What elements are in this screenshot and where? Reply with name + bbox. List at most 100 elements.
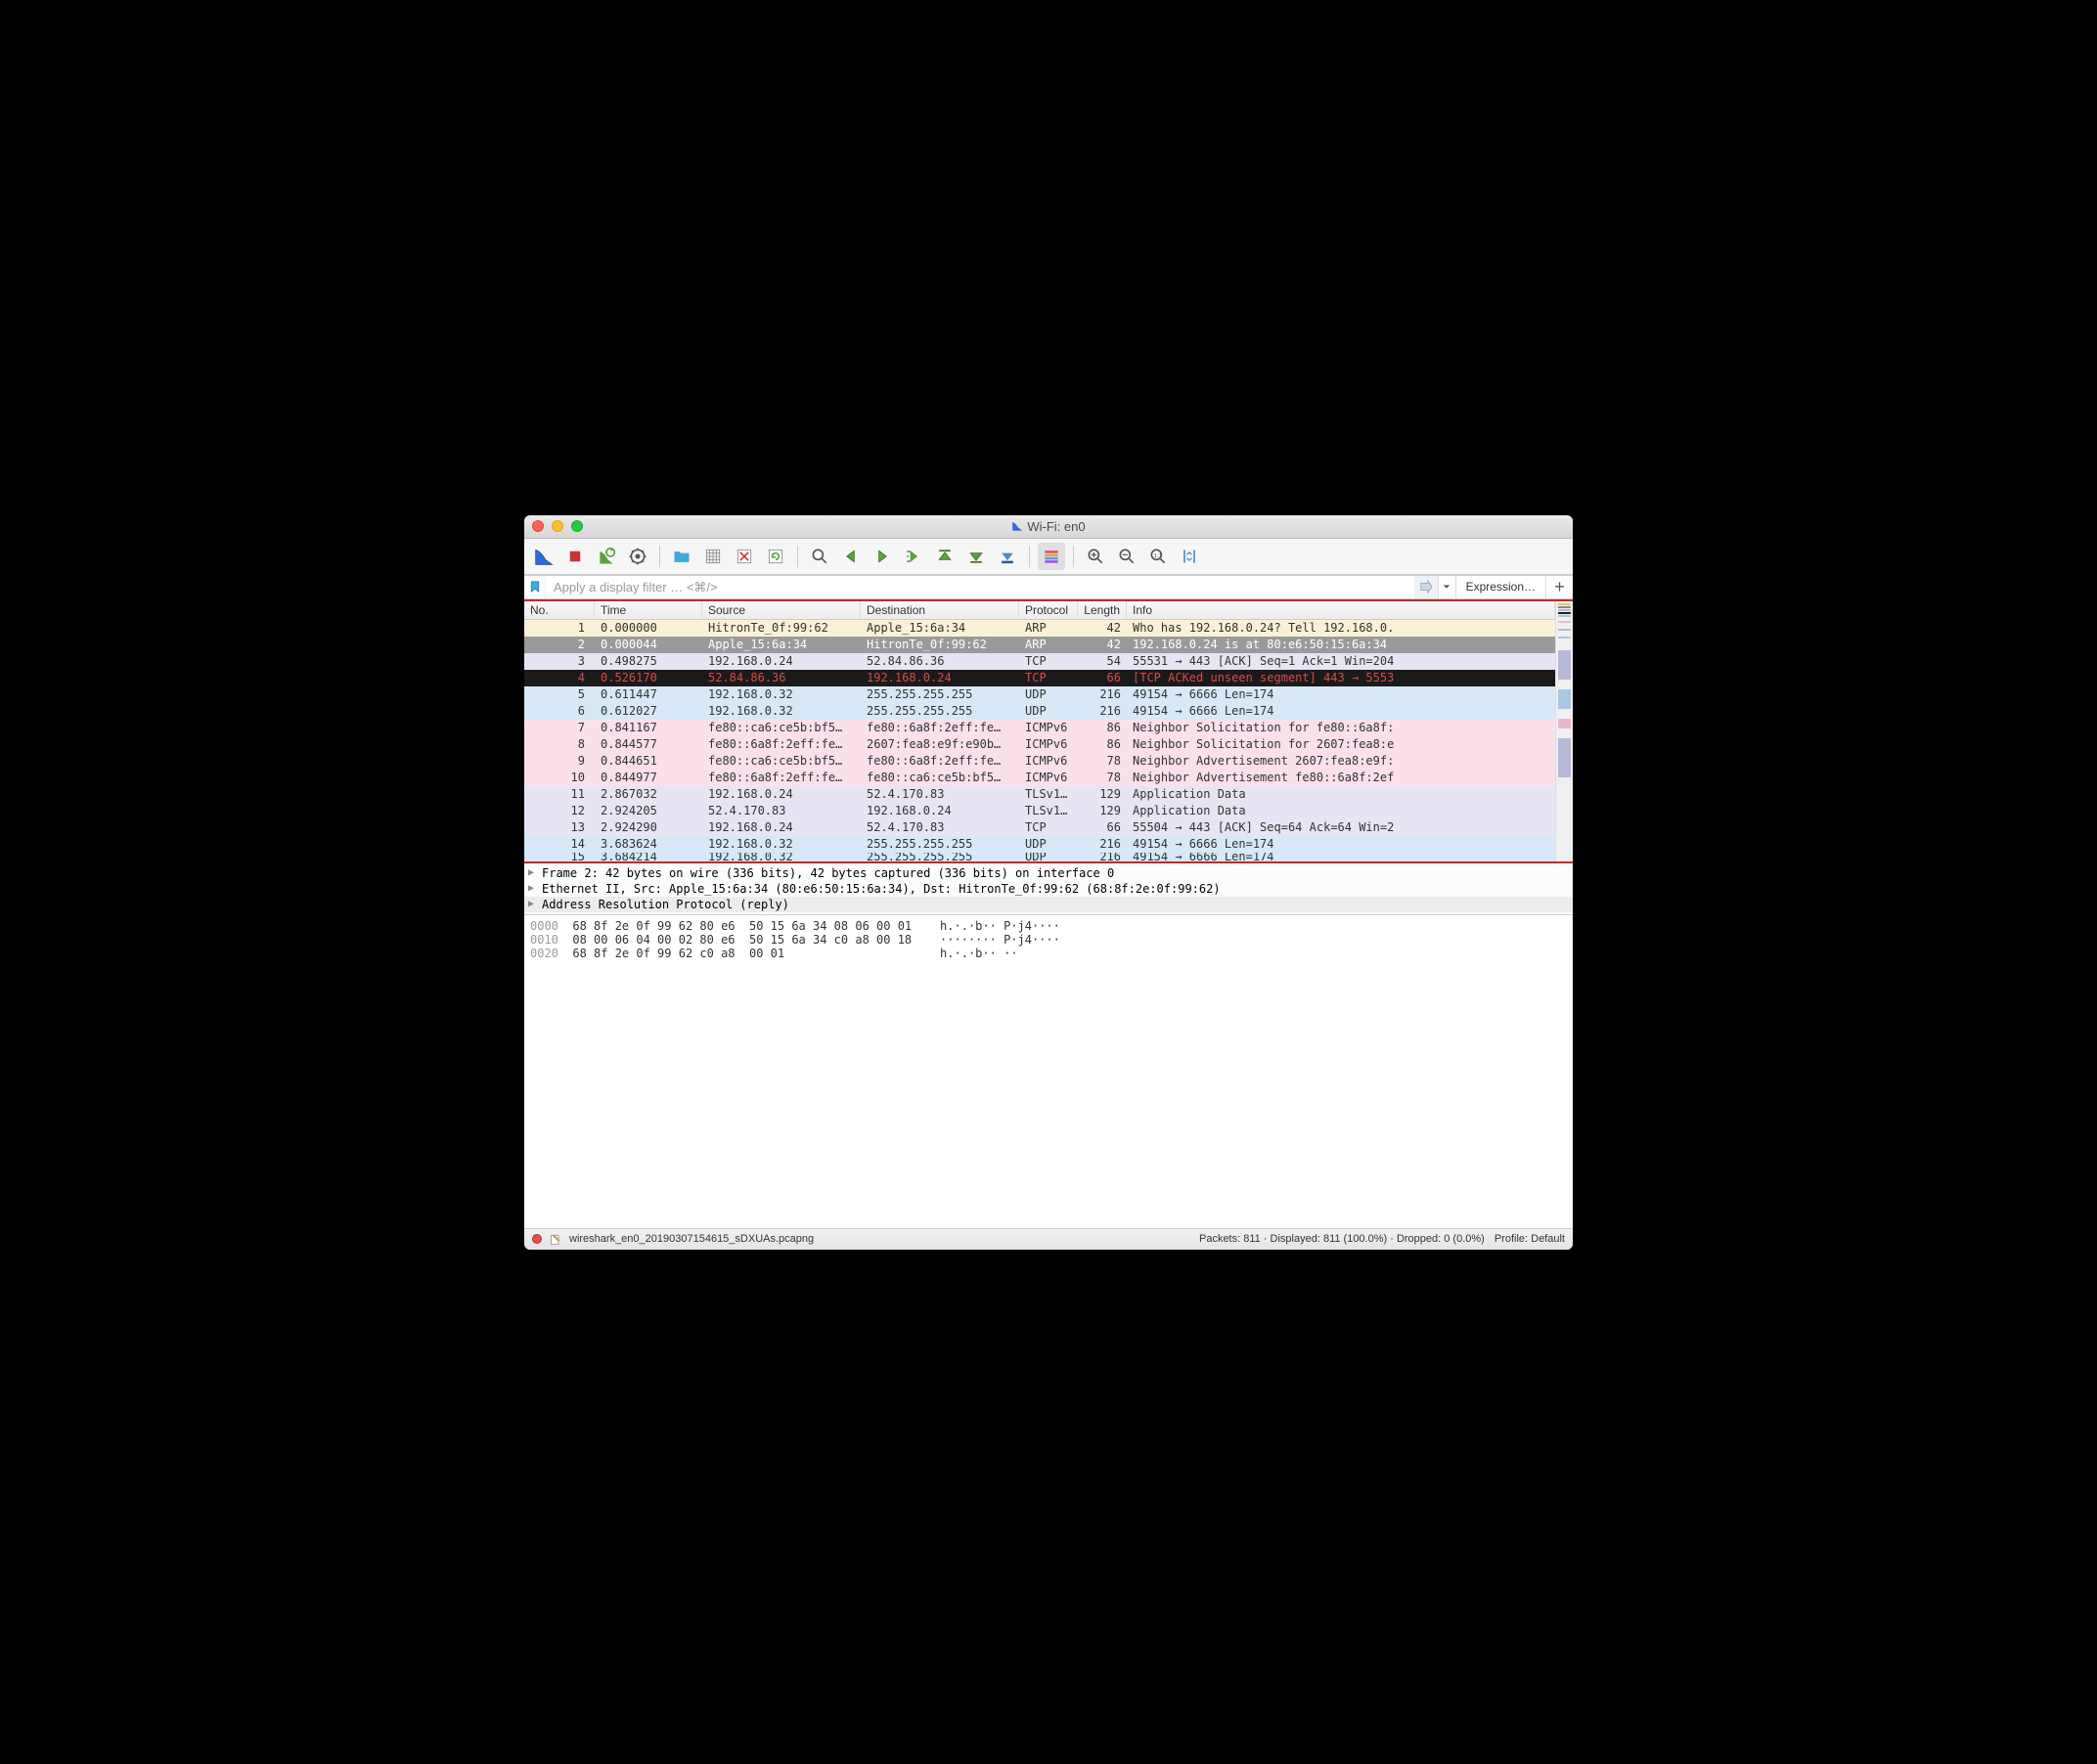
column-header-time[interactable]: Time xyxy=(595,601,702,619)
hex-bytes: 08 00 06 04 00 02 80 e6 50 15 6a 34 c0 a… xyxy=(572,933,925,947)
column-header-no[interactable]: No. xyxy=(524,601,595,619)
detail-text: Address Resolution Protocol (reply) xyxy=(542,898,789,911)
colorize-button[interactable] xyxy=(1038,543,1065,570)
disclosure-triangle-icon[interactable]: ▶ xyxy=(528,899,538,909)
zoom-window-button[interactable] xyxy=(571,520,583,532)
cell: 0.841167 xyxy=(595,721,702,734)
minimize-window-button[interactable] xyxy=(552,520,563,532)
cell: 3.683624 xyxy=(595,837,702,851)
go-last-packet-button[interactable] xyxy=(962,543,990,570)
filter-bookmark-button[interactable] xyxy=(524,576,546,598)
hex-line[interactable]: 0010 08 00 06 04 00 02 80 e6 50 15 6a 34… xyxy=(530,933,1567,947)
cell: TCP xyxy=(1019,820,1078,834)
cell: fe80::ca6:ce5b:bf5… xyxy=(702,754,861,768)
packet-row[interactable]: 143.683624192.168.0.32255.255.255.255UDP… xyxy=(524,836,1555,853)
cell: 216 xyxy=(1078,837,1127,851)
cell: UDP xyxy=(1019,853,1078,861)
detail-tree-item[interactable]: ▶ Frame 2: 42 bytes on wire (336 bits), 4… xyxy=(524,865,1573,881)
column-header-destination[interactable]: Destination xyxy=(861,601,1019,619)
packet-table-header[interactable]: No. Time Source Destination Protocol Len… xyxy=(524,601,1555,620)
toolbar-separator xyxy=(797,546,798,567)
expert-info-button[interactable] xyxy=(532,1234,542,1244)
disclosure-triangle-icon[interactable]: ▶ xyxy=(528,867,538,878)
packet-row[interactable]: 30.498275192.168.0.2452.84.86.36TCP54555… xyxy=(524,653,1555,670)
cell: 192.168.0.32 xyxy=(702,853,861,861)
titlebar[interactable]: Wi-Fi: en0 xyxy=(524,515,1573,539)
cell: 52.4.170.83 xyxy=(861,787,1019,801)
add-filter-button[interactable]: + xyxy=(1545,576,1573,598)
column-header-protocol[interactable]: Protocol xyxy=(1019,601,1078,619)
find-packet-button[interactable] xyxy=(806,543,833,570)
packet-row[interactable]: 70.841167fe80::ca6:ce5b:bf5…fe80::6a8f:2… xyxy=(524,720,1555,736)
cell: HitronTe_0f:99:62 xyxy=(702,621,861,635)
cell: fe80::6a8f:2eff:fe… xyxy=(861,754,1019,768)
cell: fe80::ca6:ce5b:bf5… xyxy=(861,771,1019,784)
stop-capture-button[interactable] xyxy=(561,543,589,570)
reload-file-button[interactable] xyxy=(762,543,789,570)
packet-row[interactable]: 20.000044Apple_15:6a:34HitronTe_0f:99:62… xyxy=(524,637,1555,653)
cell: 192.168.0.24 xyxy=(702,787,861,801)
packet-row[interactable]: 122.92420552.4.170.83192.168.0.24TLSv1…1… xyxy=(524,803,1555,819)
go-forward-button[interactable] xyxy=(869,543,896,570)
go-back-button[interactable] xyxy=(837,543,865,570)
cell: ICMPv6 xyxy=(1019,754,1078,768)
open-file-button[interactable] xyxy=(668,543,695,570)
expression-label: Expression… xyxy=(1466,580,1536,594)
hex-ascii: h.·.·b·· P·j4···· xyxy=(926,919,1060,933)
edit-capture-comment-button[interactable] xyxy=(550,1233,561,1245)
wireshark-logo-icon[interactable] xyxy=(530,543,558,570)
intelligent-scrollbar[interactable] xyxy=(1555,601,1573,861)
cell: 6 xyxy=(524,704,595,718)
cell: 0.612027 xyxy=(595,704,702,718)
resize-columns-button[interactable] xyxy=(1176,543,1203,570)
detail-tree-item[interactable]: ▶Ethernet II, Src: Apple_15:6a:34 (80:e6… xyxy=(524,881,1573,897)
cell: Neighbor Advertisement 2607:fea8:e9f: xyxy=(1127,754,1555,768)
cell: 52.84.86.36 xyxy=(861,654,1019,668)
cell: 216 xyxy=(1078,687,1127,701)
hex-line[interactable]: 0000 68 8f 2e 0f 99 62 80 e6 50 15 6a 34… xyxy=(530,919,1567,933)
packet-row[interactable]: 50.611447192.168.0.32255.255.255.255UDP2… xyxy=(524,686,1555,703)
packet-row[interactable]: 100.844977fe80::6a8f:2eff:fe…fe80::ca6:c… xyxy=(524,770,1555,786)
hex-line[interactable]: 0020 68 8f 2e 0f 99 62 c0 a8 00 01 h.·.·… xyxy=(530,947,1567,960)
display-filter-input[interactable] xyxy=(546,576,1414,598)
traffic-lights xyxy=(532,520,583,532)
go-to-packet-button[interactable] xyxy=(900,543,927,570)
cell: 192.168.0.24 xyxy=(861,671,1019,684)
capture-options-button[interactable] xyxy=(624,543,651,570)
expression-button[interactable]: Expression… xyxy=(1455,576,1545,598)
detail-text: Frame 2: 42 bytes on wire (336 bits), 42… xyxy=(542,866,1114,880)
packet-row[interactable]: 153.684214192.168.0.32255.255.255.255UDP… xyxy=(524,853,1555,861)
cell: 255.255.255.255 xyxy=(861,853,1019,861)
cell: 4 xyxy=(524,671,595,684)
packet-row[interactable]: 80.844577fe80::6a8f:2eff:fe…2607:fea8:e9… xyxy=(524,736,1555,753)
filter-apply-button[interactable] xyxy=(1414,576,1438,598)
packet-row[interactable]: 112.867032192.168.0.2452.4.170.83TLSv1…1… xyxy=(524,786,1555,803)
packet-row[interactable]: 10.000000HitronTe_0f:99:62Apple_15:6a:34… xyxy=(524,620,1555,637)
capture-filename[interactable]: wireshark_en0_20190307154615_sDXUAs.pcap… xyxy=(569,1233,814,1245)
profile-label[interactable]: Profile: Default xyxy=(1495,1233,1565,1245)
column-header-source[interactable]: Source xyxy=(702,601,861,619)
filter-history-dropdown[interactable] xyxy=(1438,576,1455,598)
close-window-button[interactable] xyxy=(532,520,544,532)
save-file-button[interactable] xyxy=(699,543,727,570)
packet-row[interactable]: 60.612027192.168.0.32255.255.255.255UDP2… xyxy=(524,703,1555,720)
packet-row[interactable]: 132.924290192.168.0.2452.4.170.83TCP6655… xyxy=(524,819,1555,836)
cell: [TCP ACKed unseen segment] 443 → 5553 xyxy=(1127,671,1555,684)
disclosure-triangle-icon[interactable]: ▶ xyxy=(528,883,538,894)
column-header-length[interactable]: Length xyxy=(1078,601,1127,619)
display-filter-bar: Expression… + xyxy=(524,575,1573,599)
packet-row[interactable]: 90.844651fe80::ca6:ce5b:bf5…fe80::6a8f:2… xyxy=(524,753,1555,770)
cell: 255.255.255.255 xyxy=(861,687,1019,701)
zoom-out-button[interactable] xyxy=(1113,543,1140,570)
go-first-packet-button[interactable] xyxy=(931,543,959,570)
zoom-reset-button[interactable]: 1:1 xyxy=(1144,543,1172,570)
zoom-in-button[interactable] xyxy=(1082,543,1109,570)
detail-tree-item[interactable]: ▶ Address Resolution Protocol (reply) xyxy=(524,897,1573,912)
close-file-button[interactable] xyxy=(731,543,758,570)
auto-scroll-button[interactable] xyxy=(994,543,1021,570)
packet-bytes-pane[interactable]: 0000 68 8f 2e 0f 99 62 80 e6 50 15 6a 34… xyxy=(524,915,1573,1228)
restart-capture-button[interactable] xyxy=(593,543,620,570)
toolbar-separator xyxy=(1029,546,1030,567)
column-header-info[interactable]: Info xyxy=(1127,601,1555,619)
packet-row[interactable]: 40.52617052.84.86.36192.168.0.24TCP66[TC… xyxy=(524,670,1555,686)
